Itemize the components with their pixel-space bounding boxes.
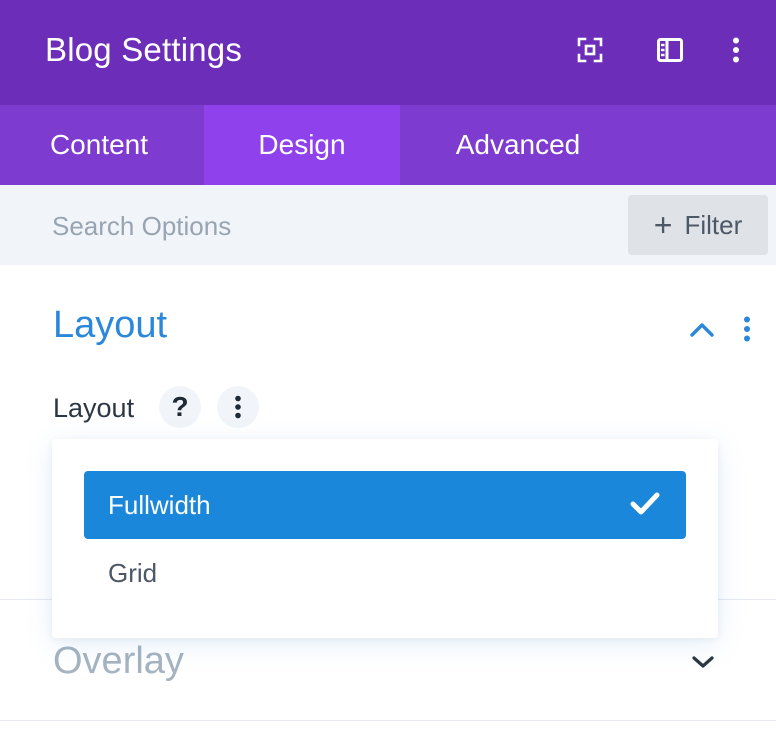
panel-title: Blog Settings	[45, 31, 243, 68]
tab-design[interactable]: Design	[204, 105, 400, 185]
tab-content[interactable]: Content	[0, 105, 198, 185]
plus-icon: +	[653, 207, 673, 243]
filter-button[interactable]: + Filter	[628, 195, 768, 255]
section-divider-bottom	[0, 720, 776, 721]
option-grid[interactable]: Grid	[84, 539, 686, 607]
fullscreen-icon[interactable]	[576, 34, 604, 66]
option-fullwidth[interactable]: Fullwidth	[84, 471, 686, 539]
section-title-overlay[interactable]: Overlay	[53, 636, 184, 686]
field-more-icon[interactable]	[217, 386, 259, 428]
search-input[interactable]	[40, 205, 612, 247]
layout-field-label: Layout	[53, 393, 135, 423]
sidebar-layout-icon[interactable]	[656, 34, 684, 66]
chevron-up-icon[interactable]	[688, 316, 716, 344]
help-symbol: ?	[171, 391, 189, 422]
panel-header: Blog Settings	[0, 0, 776, 105]
checkmark-icon	[630, 491, 660, 524]
help-icon[interactable]: ?	[159, 386, 201, 428]
chevron-down-icon[interactable]	[690, 650, 716, 674]
tab-advanced[interactable]: Advanced	[418, 105, 618, 185]
more-vertical-icon[interactable]	[722, 34, 750, 66]
layout-dropdown: Fullwidth Grid	[52, 439, 718, 638]
section-more-icon[interactable]	[740, 314, 754, 344]
tab-bar: Content Design Advanced	[0, 105, 776, 185]
filter-label: Filter	[684, 209, 743, 240]
section-title-layout[interactable]: Layout	[53, 300, 167, 350]
option-label: Grid	[108, 557, 158, 588]
option-label: Fullwidth	[108, 489, 211, 520]
